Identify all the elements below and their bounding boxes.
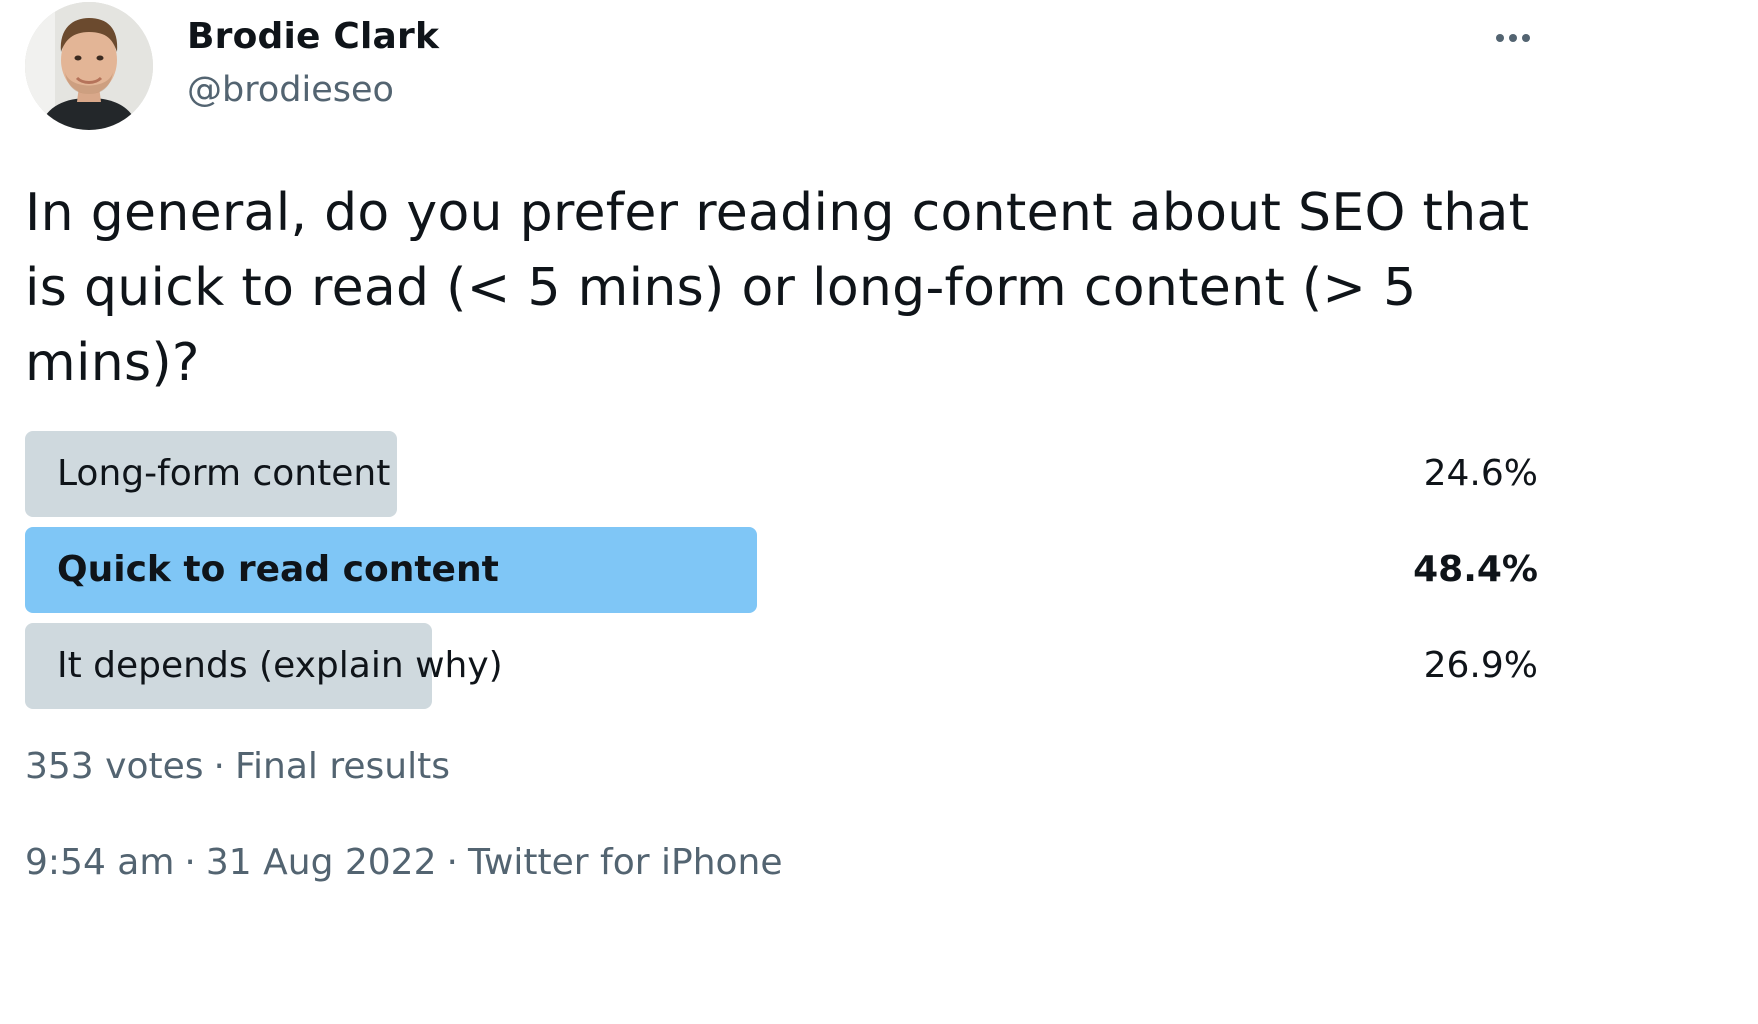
poll-status: Final results <box>234 746 450 787</box>
poll-option-percent: 24.6% <box>1423 453 1538 494</box>
poll-option-label: Quick to read content <box>57 549 499 590</box>
poll-option-percent: 48.4% <box>1413 549 1538 590</box>
poll-option[interactable]: Quick to read content 48.4% <box>25 527 1538 613</box>
poll-option[interactable]: It depends (explain why) 26.9% <box>25 623 1538 709</box>
poll-option-label: It depends (explain why) <box>57 645 503 686</box>
tweet-metadata: 9:54 am · 31 Aug 2022 · Twitter for iPhone <box>25 842 783 883</box>
more-horizontal-icon <box>1509 34 1517 42</box>
tweet-source[interactable]: Twitter for iPhone <box>468 842 783 883</box>
separator: · <box>184 842 196 883</box>
poll-summary: 353 votes · Final results <box>25 746 450 787</box>
more-horizontal-icon <box>1496 34 1504 42</box>
more-horizontal-icon <box>1522 34 1530 42</box>
avatar[interactable] <box>25 2 153 130</box>
tweet-time[interactable]: 9:54 am <box>25 842 174 883</box>
poll-votes: 353 votes <box>25 746 204 787</box>
poll-option-percent: 26.9% <box>1423 645 1538 686</box>
separator: · <box>446 842 458 883</box>
profile-photo <box>25 2 153 130</box>
more-options-button[interactable] <box>1488 26 1538 50</box>
author-handle[interactable]: @brodieseo <box>187 70 394 110</box>
poll-option-label: Long-form content <box>57 453 391 494</box>
separator: · <box>213 746 225 787</box>
tweet-text: In general, do you prefer reading conten… <box>25 183 1530 393</box>
tweet-date[interactable]: 31 Aug 2022 <box>206 842 437 883</box>
poll-option[interactable]: Long-form content 24.6% <box>25 431 1538 517</box>
author-name[interactable]: Brodie Clark <box>187 16 439 57</box>
